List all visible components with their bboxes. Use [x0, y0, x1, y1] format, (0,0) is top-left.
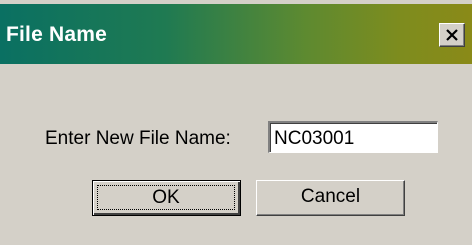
ok-button[interactable]: OK — [92, 180, 241, 216]
ok-button-label: OK — [152, 187, 180, 208]
cancel-button-label: Cancel — [300, 186, 361, 207]
window-title: File Name — [6, 23, 108, 46]
close-button[interactable] — [439, 23, 465, 47]
cancel-button[interactable]: Cancel — [256, 180, 405, 216]
file-name-input[interactable] — [268, 121, 438, 153]
close-x-icon — [446, 29, 458, 41]
focus-rectangle: OK — [97, 185, 235, 210]
title-bar[interactable]: File Name — [0, 4, 472, 64]
file-name-label: Enter New File Name: — [45, 128, 231, 149]
file-name-dialog: File Name Enter New File Name: OK Cancel — [0, 0, 472, 245]
